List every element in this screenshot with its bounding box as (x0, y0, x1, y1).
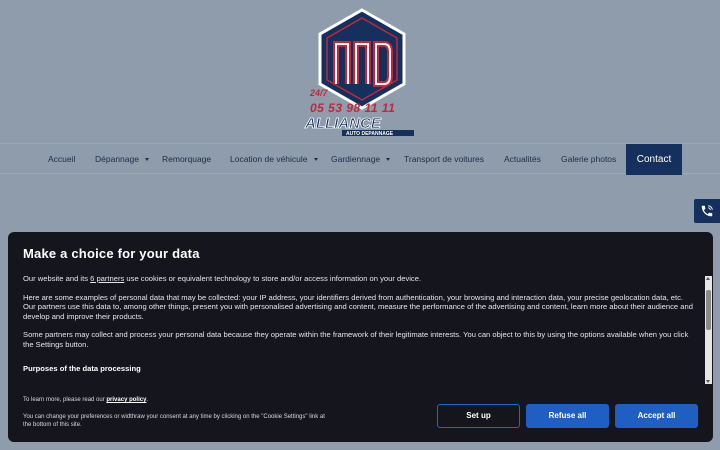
scroll-up-icon[interactable] (706, 277, 710, 280)
cookie-consent-dialog: Make a choice for your data Our website … (8, 232, 713, 442)
caret-down-icon (144, 158, 149, 162)
partners-link[interactable]: 6 partners (90, 274, 124, 283)
note-text: To learn more, please read our (23, 397, 107, 403)
nav-item-actualites[interactable]: Actualités (504, 144, 541, 175)
floating-phone-button[interactable] (694, 199, 720, 223)
nav-item-location-vehicule[interactable]: Location de véhicule (230, 144, 318, 175)
accept-all-button[interactable]: Accept all (615, 404, 698, 428)
nav-label: Dépannage (95, 154, 139, 164)
consent-text: use cookies or equivalent technology to … (124, 274, 422, 283)
nav-contact-button[interactable]: Contact (626, 144, 682, 175)
consent-title: Make a choice for your data (23, 246, 200, 261)
scrollbar-thumb[interactable] (706, 290, 711, 330)
nav-label: Gardiennage (331, 154, 381, 164)
privacy-policy-link[interactable]: privacy policy (106, 397, 146, 403)
caret-down-icon (386, 158, 391, 162)
logo[interactable]: 24/7 05 53 98 11 11 ALLIANCE AUTO DEPANN… (300, 6, 425, 138)
nav-item-galerie-photos[interactable]: Galerie photos (561, 144, 616, 175)
caret-down-icon (313, 158, 318, 162)
consent-scrollbar[interactable] (705, 276, 712, 384)
purposes-heading[interactable]: Purposes of the data processing (23, 364, 699, 374)
nav-label: Location de véhicule (230, 154, 308, 164)
consent-paragraph: Some partners may collect and process yo… (23, 330, 689, 349)
consent-paragraph: Our website and its 6 partners use cooki… (23, 274, 699, 284)
logo-phone: 05 53 98 11 11 (310, 101, 395, 115)
phone-icon (701, 205, 713, 217)
scroll-down-icon[interactable] (706, 380, 710, 383)
consent-body[interactable]: Our website and its 6 partners use cooki… (23, 274, 699, 386)
nav-item-remorquage[interactable]: Remorquage (162, 144, 211, 175)
nav-item-accueil[interactable]: Accueil (48, 144, 75, 175)
privacy-note: To learn more, please read our privacy p… (23, 397, 148, 403)
nav-item-gardiennage[interactable]: Gardiennage (331, 144, 391, 175)
setup-button[interactable]: Set up (437, 404, 520, 428)
refuse-all-button[interactable]: Refuse all (526, 404, 609, 428)
consent-text: Our website and its (23, 274, 91, 283)
nav-label: Accueil (48, 154, 76, 164)
nav-label: Actualités (504, 154, 541, 164)
logo-badge: 24/7 (309, 88, 329, 98)
note-text: . (146, 397, 149, 403)
logo-brand: ALLIANCE (304, 115, 382, 132)
preferences-note: You can change your preferences or width… (23, 414, 325, 428)
main-nav: Accueil Dépannage Remorquage Location de… (0, 143, 720, 175)
nav-label: Remorquage (162, 154, 212, 164)
consent-paragraph: Our partners use this data to, among oth… (23, 302, 693, 321)
nav-label: Transport de voitures (404, 154, 484, 164)
consent-paragraph: Here are some examples of personal data … (23, 292, 684, 302)
nav-item-depannage[interactable]: Dépannage (95, 144, 149, 175)
nav-item-transport-voitures[interactable]: Transport de voitures (404, 144, 484, 175)
logo-tagline: AUTO DEPANNAGE (346, 131, 394, 137)
site-header: 24/7 05 53 98 11 11 ALLIANCE AUTO DEPANN… (0, 0, 720, 143)
nav-label: Galerie photos (561, 154, 617, 164)
